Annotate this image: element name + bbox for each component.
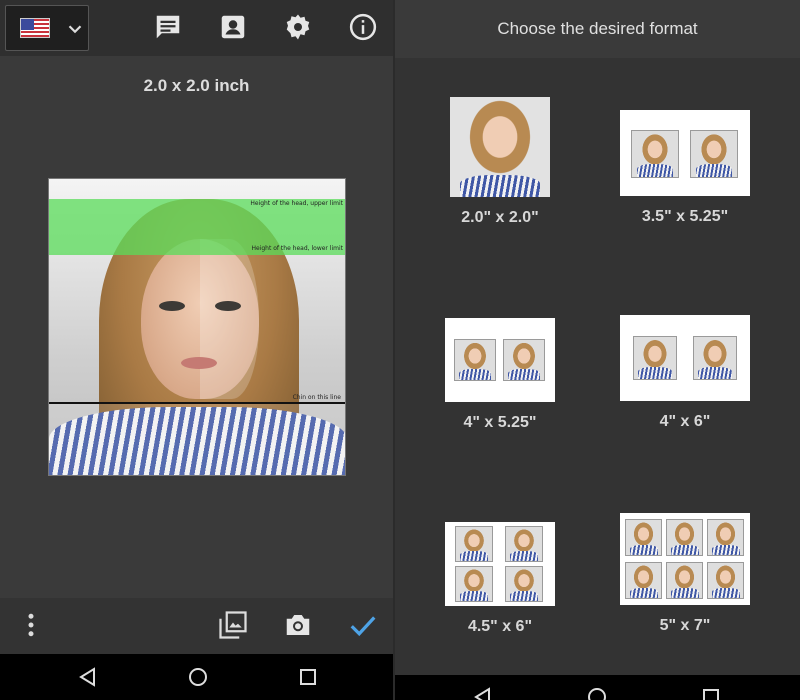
flag-us-icon (20, 18, 50, 38)
format-option-4.5x6[interactable]: 4.5" x 6" (415, 522, 585, 636)
recents-icon[interactable] (296, 665, 320, 689)
format-title: Choose the desired format (497, 19, 698, 38)
recents-icon[interactable] (699, 685, 723, 700)
contact-icon[interactable] (218, 12, 248, 42)
format-thumbnail (620, 110, 750, 196)
format-thumbnail (620, 513, 750, 605)
lower-limit-label: Height of the head, lower limit (251, 245, 344, 252)
format-thumbnail (620, 315, 750, 401)
format-label: 5" x 7" (659, 617, 711, 634)
home-icon[interactable] (585, 685, 609, 700)
format-option-5x7[interactable]: 5" x 7" (600, 513, 770, 635)
format-option-4x5.25[interactable]: 4" x 5.25" (415, 318, 585, 432)
format-thumbnail (445, 522, 555, 606)
format-label: 2.0" x 2.0" (461, 209, 539, 226)
system-nav-bar (395, 675, 800, 700)
photo-size-label: 2.0 x 2.0 inch (143, 76, 250, 95)
chin-line (49, 402, 345, 404)
country-selector[interactable] (5, 5, 89, 51)
photo-preview[interactable]: Height of the head, upper limit Height o… (48, 178, 346, 476)
format-label: 4" x 6" (659, 413, 711, 430)
chevron-down-icon (68, 25, 82, 34)
bottom-toolbar (0, 598, 393, 654)
info-icon[interactable] (348, 12, 378, 42)
format-label: 3.5" x 5.25" (641, 208, 729, 225)
head-limit-band: Height of the head, upper limit Height o… (49, 199, 345, 255)
home-icon[interactable] (186, 665, 210, 689)
back-icon[interactable] (471, 685, 495, 700)
format-header: Choose the desired format (395, 0, 800, 58)
back-icon[interactable] (76, 665, 100, 689)
check-icon[interactable] (348, 610, 378, 640)
gear-icon[interactable] (283, 12, 313, 42)
format-option-3.5x5.25[interactable]: 3.5" x 5.25" (600, 110, 770, 226)
format-thumbnail (445, 318, 555, 402)
chin-label: Chin on this line (292, 394, 341, 401)
camera-icon[interactable] (283, 610, 313, 640)
format-thumbnail (450, 97, 550, 197)
photo-editor-screen: 2.0 x 2.0 inch Height of the head, upper… (0, 0, 393, 700)
format-option-4x6[interactable]: 4" x 6" (600, 315, 770, 431)
format-option-2x2[interactable]: 2.0" x 2.0" (415, 97, 585, 227)
upper-limit-label: Height of the head, upper limit (250, 200, 343, 207)
system-nav-bar (0, 654, 393, 700)
gallery-icon[interactable] (218, 610, 248, 640)
top-toolbar (0, 0, 393, 56)
format-label: 4" x 5.25" (463, 414, 537, 431)
message-icon[interactable] (153, 12, 183, 42)
more-vert-icon[interactable] (16, 610, 46, 640)
format-chooser-screen: Choose the desired format 2.0" x 2.0" 3.… (395, 0, 800, 700)
format-label: 4.5" x 6" (467, 618, 533, 635)
